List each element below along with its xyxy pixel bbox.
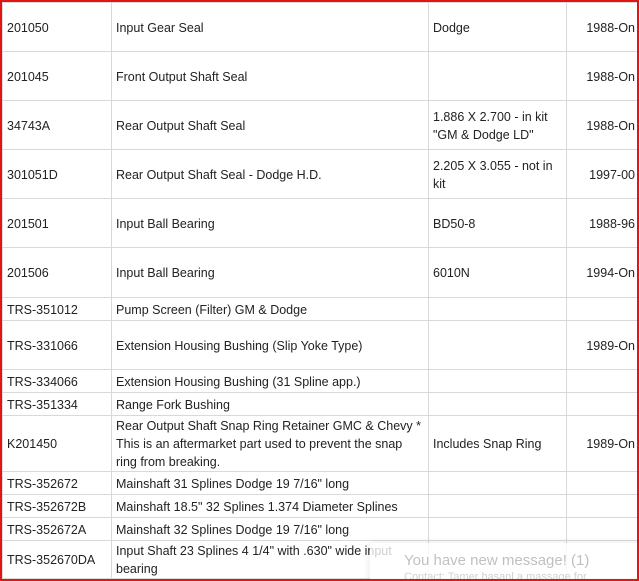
part-number-cell[interactable]: TRS-334066 (2, 369, 112, 393)
description-cell[interactable]: Mainshaft 32 Splines Dodge 19 7/16" long (111, 517, 429, 541)
notes-cell[interactable]: 1.886 X 2.700 - in kit "GM & Dodge LD" (428, 100, 567, 150)
new-message-notification[interactable]: You have new message! (1) Contact: Tamer… (370, 543, 637, 581)
table-row: 301051D Rear Output Shaft Seal - Dodge H.… (2, 149, 637, 199)
description-cell[interactable]: Input Gear Seal (111, 2, 429, 52)
parts-table: 201050 Input Gear Seal Dodge 1988-On 201045 F… (2, 2, 637, 579)
description-cell[interactable]: Range Fork Bushing (111, 392, 429, 416)
years-cell[interactable]: 1989-On (566, 320, 637, 370)
part-number-cell[interactable]: TRS-331066 (2, 320, 112, 370)
notification-title: You have new message! (1) (404, 552, 590, 569)
table-row: TRS-334066 Extension Housing Bushing (31 … (2, 369, 637, 393)
description-cell[interactable]: Rear Output Shaft Snap Ring Retainer GMC… (111, 415, 429, 472)
part-number-cell[interactable]: 201050 (2, 2, 112, 52)
part-number-cell[interactable]: TRS-352672 (2, 471, 112, 495)
notes-cell[interactable]: 6010N (428, 247, 567, 298)
years-cell[interactable] (566, 369, 637, 393)
notes-cell[interactable] (428, 297, 567, 321)
description-cell[interactable]: Rear Output Shaft Seal - Dodge H.D. (111, 149, 429, 199)
years-cell[interactable]: 1989-On (566, 415, 637, 472)
table-row: TRS-331066 Extension Housing Bushing (Sli… (2, 320, 637, 370)
table-row: K201450 Rear Output Shaft Snap Ring Retai… (2, 415, 637, 472)
years-cell[interactable]: 1994-On (566, 247, 637, 298)
notes-cell[interactable] (428, 369, 567, 393)
notes-cell[interactable]: Dodge (428, 2, 567, 52)
part-number-cell[interactable]: 201501 (2, 198, 112, 248)
years-cell[interactable]: 1988-On (566, 2, 637, 52)
description-cell[interactable]: Input Ball Bearing (111, 247, 429, 298)
table-row: 34743A Rear Output Shaft Seal 1.886 X 2.70… (2, 100, 637, 150)
years-cell[interactable]: 1988-96 (566, 198, 637, 248)
table-row: 201501 Input Ball Bearing BD50-8 1988-96 (2, 198, 637, 248)
notes-cell[interactable] (428, 51, 567, 101)
spreadsheet-window: 201050 Input Gear Seal Dodge 1988-On 201045 F… (0, 0, 639, 581)
years-cell[interactable]: 1988-On (566, 100, 637, 150)
notification-subtitle: Contact: Tamer hasanl a massage for (404, 571, 587, 581)
description-cell[interactable]: Mainshaft 31 Splines Dodge 19 7/16" long (111, 471, 429, 495)
description-cell[interactable]: Mainshaft 18.5" 32 Splines 1.374 Diamete… (111, 494, 429, 518)
years-cell[interactable] (566, 471, 637, 495)
years-cell[interactable] (566, 297, 637, 321)
part-number-cell[interactable]: TRS-352670DA (2, 540, 112, 579)
description-cell[interactable]: Extension Housing Bushing (Slip Yoke Typ… (111, 320, 429, 370)
notes-cell[interactable] (428, 471, 567, 495)
years-cell[interactable] (566, 494, 637, 518)
part-number-cell[interactable]: 34743A (2, 100, 112, 150)
table-row: 201506 Input Ball Bearing 6010N 1994-On (2, 247, 637, 298)
description-cell[interactable]: Extension Housing Bushing (31 Spline app… (111, 369, 429, 393)
part-number-cell[interactable]: TRS-352672B (2, 494, 112, 518)
part-number-cell[interactable]: TRS-351334 (2, 392, 112, 416)
notes-cell[interactable]: 2.205 X 3.055 - not in kit (428, 149, 567, 199)
part-number-cell[interactable]: TRS-352672A (2, 517, 112, 541)
notes-cell[interactable] (428, 494, 567, 518)
part-number-cell[interactable]: 201045 (2, 51, 112, 101)
table-row: TRS-351012 Pump Screen (Filter) GM & Dodg… (2, 297, 637, 321)
table-row: 201045 Front Output Shaft Seal 1988-On (2, 51, 637, 101)
notes-cell[interactable]: BD50-8 (428, 198, 567, 248)
part-number-cell[interactable]: TRS-351012 (2, 297, 112, 321)
table-row: 201050 Input Gear Seal Dodge 1988-On (2, 2, 637, 52)
description-cell[interactable]: Rear Output Shaft Seal (111, 100, 429, 150)
description-cell[interactable]: Input Ball Bearing (111, 198, 429, 248)
part-number-cell[interactable]: K201450 (2, 415, 112, 472)
notes-cell[interactable] (428, 517, 567, 541)
part-number-cell[interactable]: 301051D (2, 149, 112, 199)
notes-cell[interactable] (428, 320, 567, 370)
years-cell[interactable]: 1997-00 (566, 149, 637, 199)
description-cell[interactable]: Pump Screen (Filter) GM & Dodge (111, 297, 429, 321)
table-row: TRS-352672 Mainshaft 31 Splines Dodge 19 … (2, 471, 637, 495)
table-row: TRS-352672B Mainshaft 18.5" 32 Splines 1.… (2, 494, 637, 518)
years-cell[interactable]: 1988-On (566, 51, 637, 101)
years-cell[interactable] (566, 517, 637, 541)
description-cell[interactable]: Front Output Shaft Seal (111, 51, 429, 101)
table-row: TRS-351334 Range Fork Bushing (2, 392, 637, 416)
table-row: TRS-352672A Mainshaft 32 Splines Dodge 19… (2, 517, 637, 541)
years-cell[interactable] (566, 392, 637, 416)
notes-cell[interactable]: Includes Snap Ring (428, 415, 567, 472)
part-number-cell[interactable]: 201506 (2, 247, 112, 298)
notes-cell[interactable] (428, 392, 567, 416)
